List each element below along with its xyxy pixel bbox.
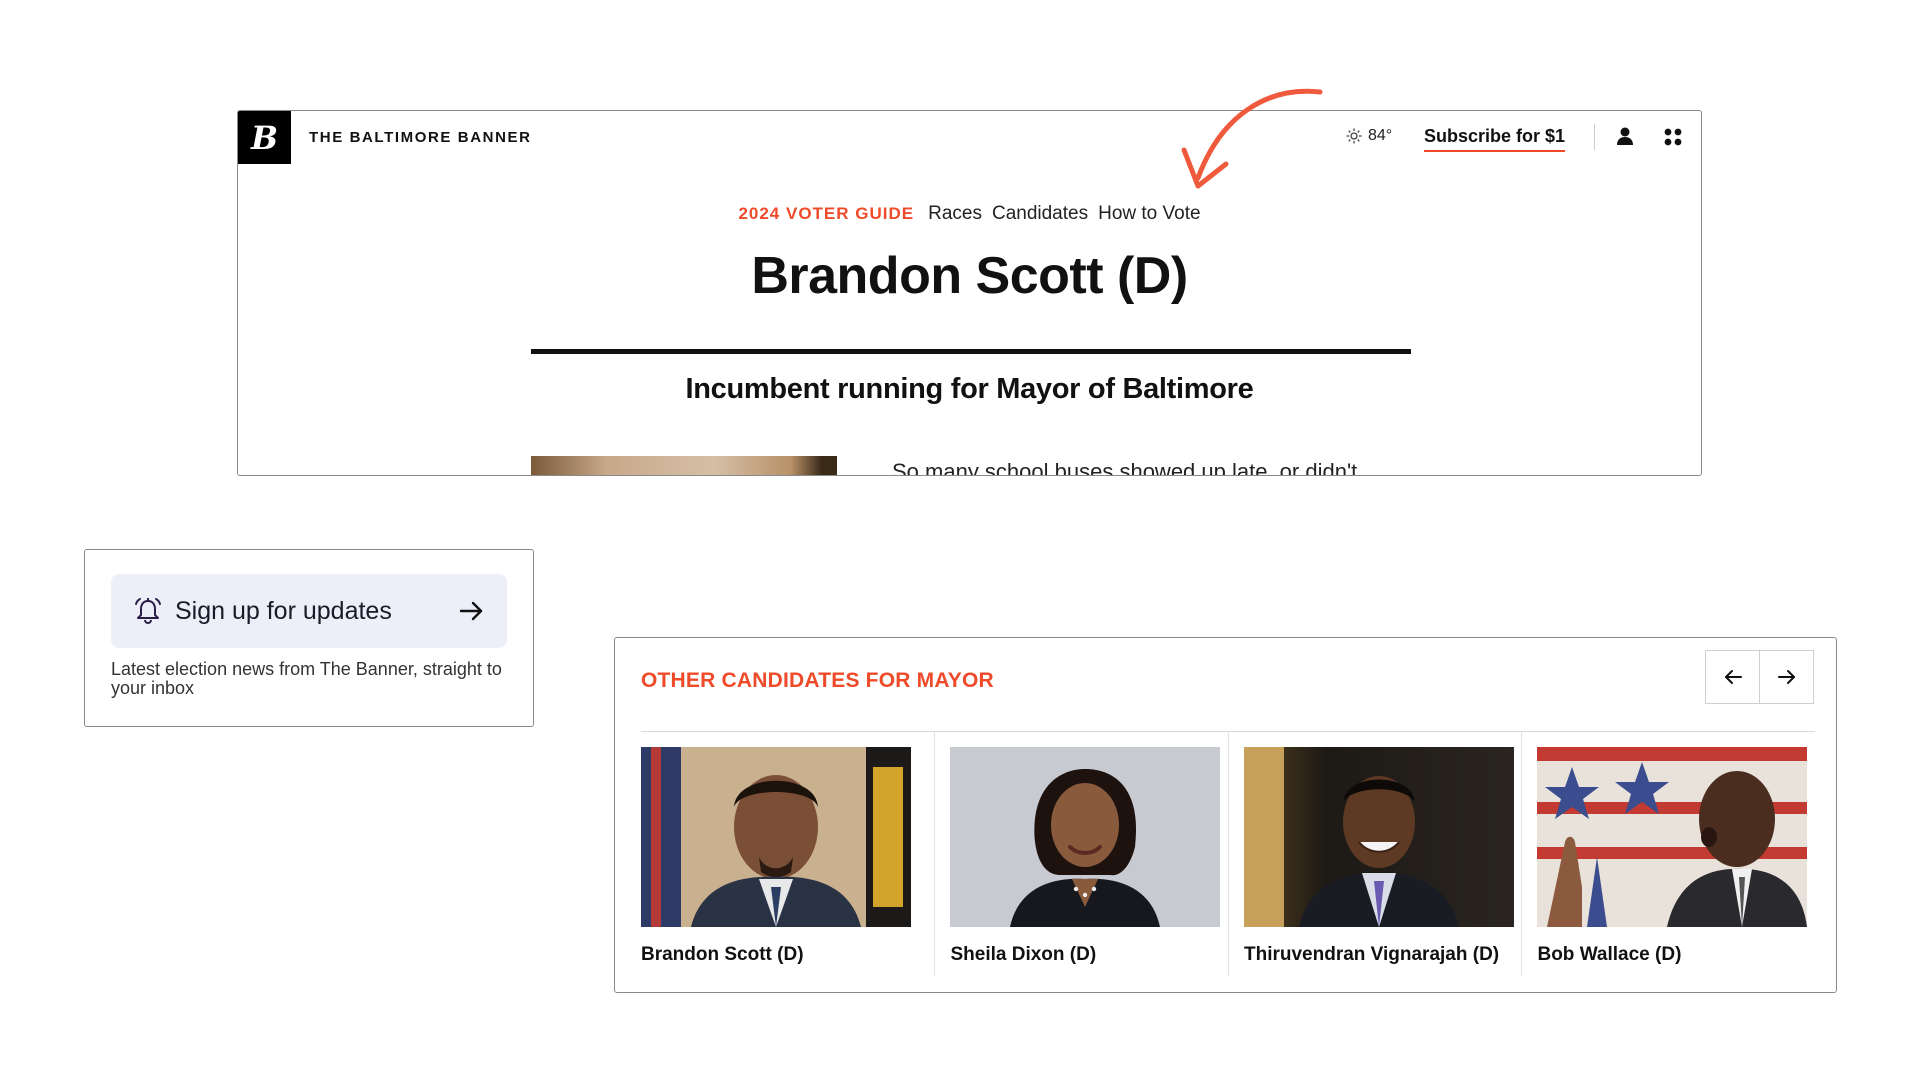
arrow-right-icon bbox=[1777, 670, 1795, 684]
arrow-left-icon bbox=[1724, 670, 1742, 684]
subnav-link-candidates[interactable]: Candidates bbox=[992, 203, 1088, 225]
candidate-card[interactable]: Sheila Dixon (D) bbox=[934, 731, 1228, 976]
temperature: 84° bbox=[1368, 127, 1393, 144]
candidate-name[interactable]: Brandon Scott (D) bbox=[641, 944, 804, 966]
candidate-photo[interactable] bbox=[1243, 747, 1514, 927]
candidate-card[interactable]: Bob Wallace (D) bbox=[1521, 731, 1815, 976]
signup-button-label: Sign up for updates bbox=[175, 596, 392, 625]
page-title: Brandon Scott (D) bbox=[751, 247, 1188, 305]
article-dek: Incumbent running for Mayor of Baltimore bbox=[685, 373, 1254, 405]
voter-guide-label[interactable]: 2024 VOTER GUIDE bbox=[738, 204, 914, 224]
candidate-name[interactable]: Bob Wallace (D) bbox=[1537, 944, 1681, 966]
arrow-right-icon bbox=[459, 600, 485, 622]
carousel-nav bbox=[1705, 650, 1814, 704]
other-candidates-panel: OTHER CANDIDATES FOR MAYOR Brandon Scott… bbox=[614, 637, 1837, 993]
candidate-card[interactable]: Brandon Scott (D) bbox=[641, 731, 934, 976]
candidate-photo[interactable] bbox=[641, 747, 911, 927]
subscribe-link[interactable]: Subscribe for $1 bbox=[1424, 126, 1566, 152]
grid-menu-icon[interactable] bbox=[1664, 128, 1682, 146]
weather-widget: 84° bbox=[1346, 127, 1392, 145]
subnav-link-races[interactable]: Races bbox=[928, 203, 982, 225]
annotation-arrow-icon bbox=[1181, 88, 1323, 189]
other-candidates-title: OTHER CANDIDATES FOR MAYOR bbox=[641, 669, 994, 692]
candidate-name[interactable]: Thiruvendran Vignarajah (D) bbox=[1244, 944, 1499, 966]
article-body-text: So many school buses showed up late, or … bbox=[892, 459, 1358, 476]
candidate-cards: Brandon Scott (D) Sheila Dixon (D) Thiru… bbox=[641, 731, 1815, 976]
subnav-link-how-to-vote[interactable]: How to Vote bbox=[1098, 203, 1200, 225]
brand-name[interactable]: THE BALTIMORE BANNER bbox=[309, 129, 532, 146]
banner-logo[interactable]: B bbox=[238, 111, 291, 164]
candidate-card[interactable]: Thiruvendran Vignarajah (D) bbox=[1227, 731, 1522, 976]
candidate-photo[interactable] bbox=[1537, 747, 1808, 927]
header-divider bbox=[1594, 124, 1595, 150]
candidate-photo bbox=[531, 456, 837, 475]
signup-button[interactable]: Sign up for updates bbox=[111, 574, 507, 648]
user-icon[interactable] bbox=[1616, 126, 1634, 146]
title-rule bbox=[531, 349, 1411, 354]
carousel-next-button[interactable] bbox=[1759, 651, 1813, 703]
bell-icon bbox=[133, 596, 163, 626]
signup-description: Latest election news from The Banner, st… bbox=[111, 659, 502, 698]
candidate-photo[interactable] bbox=[950, 747, 1221, 927]
logo-letter: B bbox=[250, 118, 279, 157]
candidate-name[interactable]: Sheila Dixon (D) bbox=[950, 944, 1096, 966]
voter-guide-subnav: 2024 VOTER GUIDE Races Candidates How to… bbox=[238, 203, 1701, 225]
sun-icon bbox=[1346, 128, 1362, 144]
signup-panel: Sign up for updates Latest election news… bbox=[84, 549, 534, 727]
carousel-prev-button[interactable] bbox=[1706, 651, 1759, 703]
article-header-panel: B THE BALTIMORE BANNER 84° Subscribe for… bbox=[237, 110, 1702, 476]
